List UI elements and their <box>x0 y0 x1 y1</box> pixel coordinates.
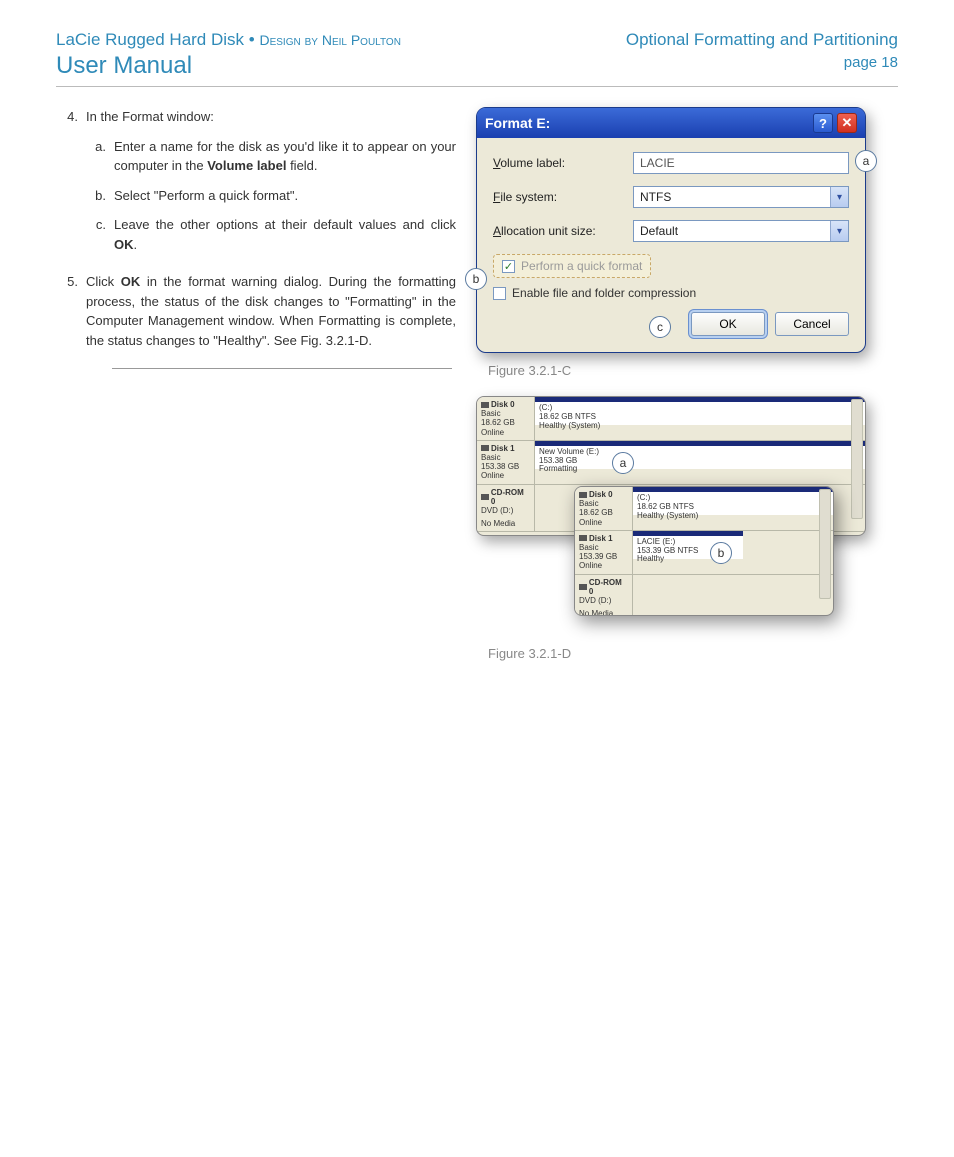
divider <box>112 368 452 369</box>
page-header: LaCie Rugged Hard Disk • Design by Neil … <box>56 30 898 87</box>
dm-cdrom-info-f: CD-ROM 0 DVD (D:) No Media <box>575 575 633 617</box>
callout-c: c <box>649 316 671 338</box>
dialog-body: Volume label: File system: NTFS ▾ Alloca… <box>477 138 865 352</box>
disk-mgmt-front: Disk 0 Basic 18.62 GB Online (C:) 18.62 … <box>574 486 834 616</box>
disk-icon <box>481 445 489 451</box>
allocation-label: Allocation unit size: <box>493 224 633 238</box>
step-5: 5. Click OK in the format warning dialog… <box>56 272 456 350</box>
content-columns: 4. In the Format window: a. Enter a name… <box>56 107 898 679</box>
quick-format-highlight: Perform a quick format <box>493 254 651 278</box>
substep-text: Enter a name for the disk as you'd like … <box>114 137 456 176</box>
allocation-value: Default <box>633 220 849 242</box>
substep-letter: a. <box>86 137 114 176</box>
file-system-label: File system: <box>493 190 633 204</box>
product-line: LaCie Rugged Hard Disk • Design by Neil … <box>56 30 401 50</box>
step-number: 4. <box>56 107 86 264</box>
titlebar-buttons: ? ✕ <box>813 113 857 133</box>
quick-format-row: Perform a quick format <box>493 254 849 278</box>
dm-disk1-info-b: Disk 1 Basic 153.39 GB Online <box>575 531 633 574</box>
disk-icon <box>579 535 587 541</box>
dm-disk1a-part[interactable]: New Volume (E:) 153.38 GB Formatting <box>535 441 865 484</box>
step-4: 4. In the Format window: a. Enter a name… <box>56 107 456 264</box>
substep-b: b. Select "Perform a quick format". <box>86 186 456 206</box>
compression-label: Enable file and folder compression <box>512 286 696 300</box>
dm-disk1b-part[interactable]: LACIE (E:) 153.39 GB NTFS Healthy <box>633 531 833 574</box>
figure-c: Format E: ? ✕ Volume label: File system: <box>476 107 898 378</box>
dm-row-disk1-a: Disk 1 Basic 153.38 GB Online New Volume… <box>477 441 865 485</box>
section-title: Optional Formatting and Partitioning <box>626 30 898 50</box>
quick-format-label: Perform a quick format <box>521 259 642 273</box>
volume-label-row: Volume label: <box>493 152 849 174</box>
figure-d: Disk 0 Basic 18.62 GB Online (C:) 18.62 … <box>476 396 866 626</box>
dm-disk0-part[interactable]: (C:) 18.62 GB NTFS Healthy (System) <box>535 397 865 440</box>
dialog-buttons: OK Cancel <box>493 312 849 336</box>
figure-c-caption: Figure 3.2.1-C <box>488 363 898 378</box>
allocation-select[interactable]: Default ▾ <box>633 220 849 242</box>
callout-b: b <box>710 542 732 564</box>
callout-a: a <box>855 150 877 172</box>
cdrom-icon <box>579 584 587 590</box>
file-system-value: NTFS <box>633 186 849 208</box>
design-by: Design by Neil Poulton <box>259 32 400 48</box>
substep-text: Leave the other options at their default… <box>114 215 456 254</box>
dm-disk0-info: Disk 0 Basic 18.62 GB Online <box>477 397 535 440</box>
chevron-down-icon[interactable]: ▾ <box>830 187 848 207</box>
header-left: LaCie Rugged Hard Disk • Design by Neil … <box>56 30 401 80</box>
figure-d-caption: Figure 3.2.1-D <box>488 646 898 661</box>
chevron-down-icon[interactable]: ▾ <box>830 221 848 241</box>
compression-checkbox[interactable] <box>493 287 506 300</box>
disk-icon <box>579 492 587 498</box>
substep-c: c. Leave the other options at their defa… <box>86 215 456 254</box>
file-system-select[interactable]: NTFS ▾ <box>633 186 849 208</box>
substep-letter: c. <box>86 215 114 254</box>
bullet: • <box>249 30 255 49</box>
step-text: Click OK in the format warning dialog. D… <box>86 272 456 350</box>
step-number: 5. <box>56 272 86 350</box>
dialog-title: Format E: <box>485 115 550 131</box>
callout-a: a <box>612 452 634 474</box>
dialog-titlebar[interactable]: Format E: ? ✕ <box>477 108 865 138</box>
dm-row-disk1-b: Disk 1 Basic 153.39 GB Online LACIE (E:)… <box>575 531 833 575</box>
manual-title: User Manual <box>56 52 401 80</box>
callout-b: b <box>465 268 487 290</box>
dm-cdrom-part-f <box>633 575 833 617</box>
format-dialog: Format E: ? ✕ Volume label: File system: <box>476 107 866 353</box>
step-text: In the Format window: a. Enter a name fo… <box>86 107 456 264</box>
scrollbar[interactable] <box>851 399 863 519</box>
help-icon[interactable]: ? <box>813 113 833 133</box>
cdrom-icon <box>481 494 489 500</box>
substep-text: Select "Perform a quick format". <box>114 186 456 206</box>
close-icon[interactable]: ✕ <box>837 113 857 133</box>
volume-label-input[interactable] <box>633 152 849 174</box>
dm-row-disk0-f: Disk 0 Basic 18.62 GB Online (C:) 18.62 … <box>575 487 833 531</box>
substep-a: a. Enter a name for the disk as you'd li… <box>86 137 456 176</box>
file-system-row: File system: NTFS ▾ <box>493 186 849 208</box>
allocation-row: Allocation unit size: Default ▾ <box>493 220 849 242</box>
volume-label-label: Volume label: <box>493 156 633 170</box>
disk-icon <box>481 402 489 408</box>
cancel-button[interactable]: Cancel <box>775 312 849 336</box>
dm-cdrom-info: CD-ROM 0 DVD (D:) No Media <box>477 485 535 532</box>
dm-disk1-info: Disk 1 Basic 153.38 GB Online <box>477 441 535 484</box>
ok-button[interactable]: OK <box>691 312 765 336</box>
header-right: Optional Formatting and Partitioning pag… <box>626 30 898 71</box>
dm-row-disk0: Disk 0 Basic 18.62 GB Online (C:) 18.62 … <box>477 397 865 441</box>
instructions-column: 4. In the Format window: a. Enter a name… <box>56 107 456 679</box>
dm-row-cdrom-f: CD-ROM 0 DVD (D:) No Media <box>575 575 833 617</box>
page-number: page 18 <box>626 54 898 71</box>
quick-format-checkbox[interactable] <box>502 260 515 273</box>
figures-column: Format E: ? ✕ Volume label: File system: <box>476 107 898 679</box>
scrollbar[interactable] <box>819 489 831 599</box>
step-list: 4. In the Format window: a. Enter a name… <box>56 107 456 350</box>
product-name: LaCie Rugged Hard Disk <box>56 30 244 49</box>
substep-letter: b. <box>86 186 114 206</box>
compression-row: Enable file and folder compression <box>493 286 849 300</box>
dm-disk0-part-f[interactable]: (C:) 18.62 GB NTFS Healthy (System) <box>633 487 833 530</box>
substeps: a. Enter a name for the disk as you'd li… <box>86 137 456 255</box>
dm-disk0-info-f: Disk 0 Basic 18.62 GB Online <box>575 487 633 530</box>
